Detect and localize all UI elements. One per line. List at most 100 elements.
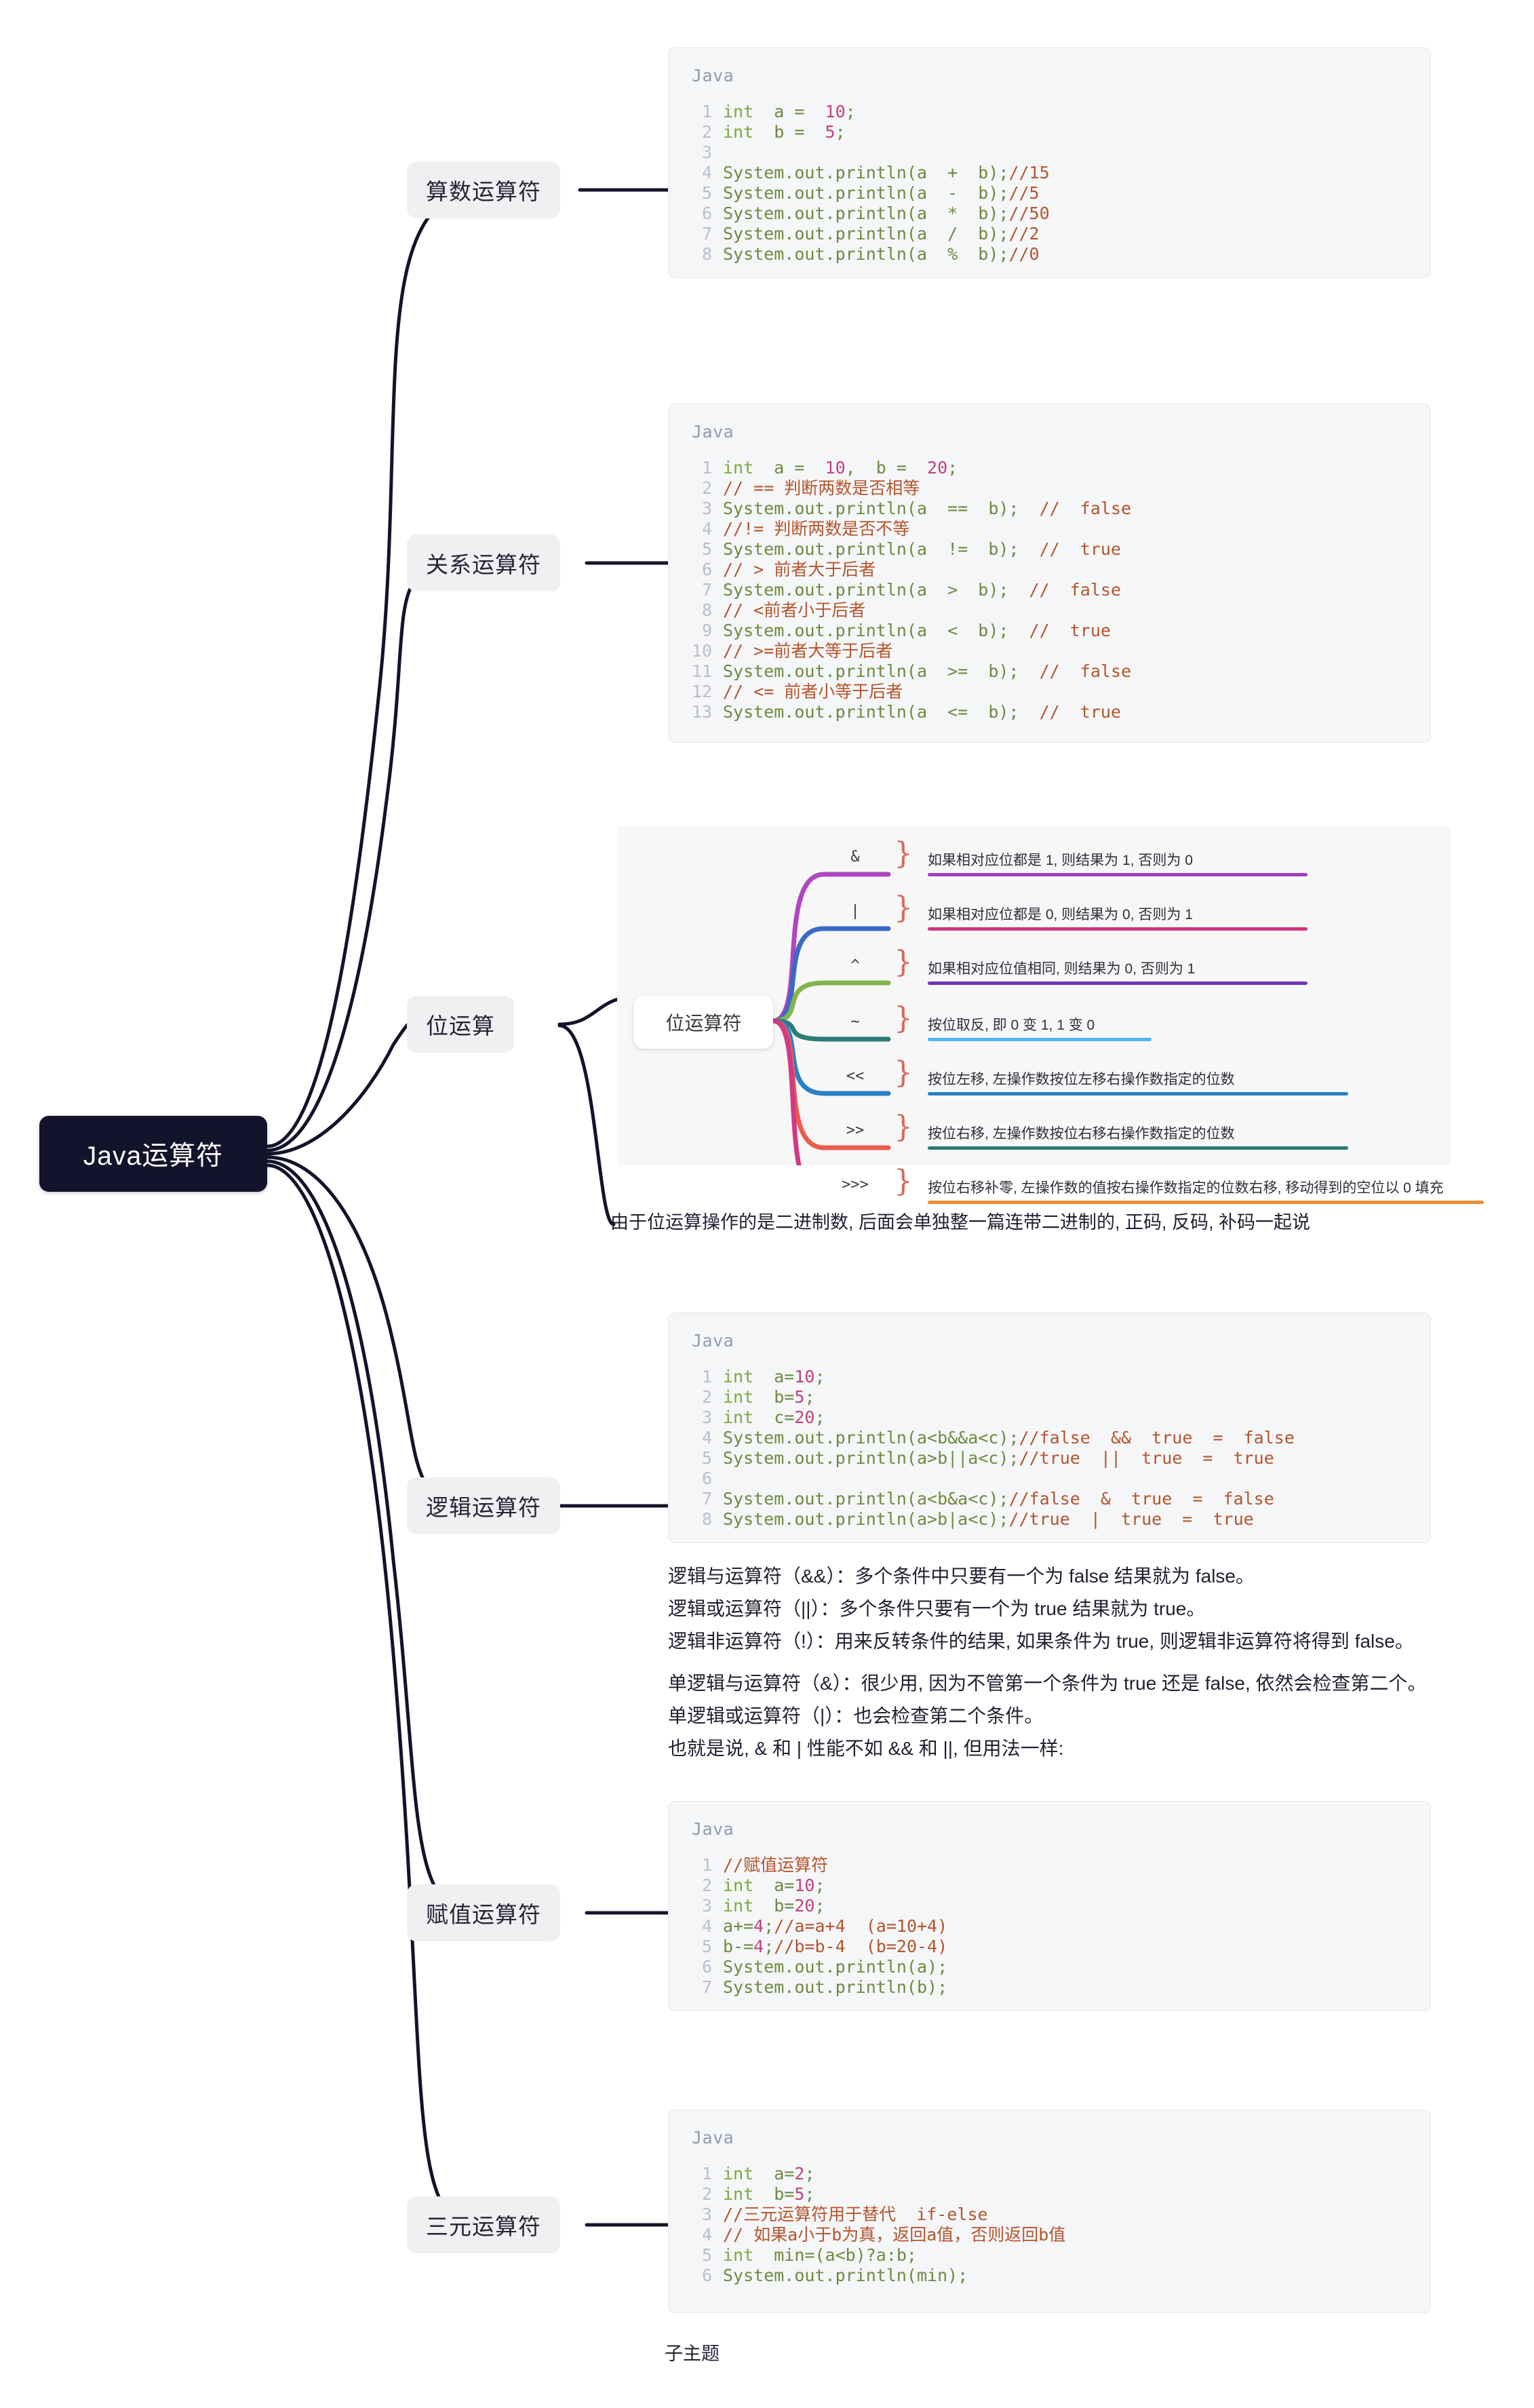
line-number: 8 bbox=[701, 1509, 712, 1529]
code-text: System.out.println(b); bbox=[723, 1977, 948, 1997]
bitwise-description: 按位取反, 即 0 变 1, 1 变 0 bbox=[928, 1017, 1095, 1033]
code-line: 12 // <= 前者小等于后者 bbox=[692, 682, 1407, 702]
code-line: 13 System.out.println(a <= b); // true bbox=[692, 702, 1407, 722]
code-text: System.out.println(a < b); // true bbox=[723, 621, 1111, 640]
root-label: Java运算符 bbox=[83, 1142, 224, 1171]
line-number: 7 bbox=[701, 224, 712, 244]
line-number: 8 bbox=[701, 600, 712, 620]
code-line: 1 int a=10; bbox=[692, 1367, 1407, 1387]
bitwise-underline bbox=[928, 1201, 1484, 1204]
code-card-ternary: Java 1 int a=2; 2 int b=5; 3 //三元运算符用于替代 if-e… bbox=[668, 2110, 1431, 2313]
bitwise-description: 按位右移补零, 左操作数的值按右操作数指定的位数右移, 移动得到的空位以 0 填… bbox=[928, 1180, 1444, 1196]
branch-bitwise[interactable]: 位运算 bbox=[407, 996, 514, 1053]
code-line: 1 //赋值运算符 bbox=[692, 1855, 1407, 1876]
code-line: 1 int a=2; bbox=[692, 2164, 1407, 2184]
bitwise-description: 如果相对应位值相同, 则结果为 0, 否则为 1 bbox=[928, 961, 1196, 977]
line-number: 7 bbox=[701, 1977, 712, 1997]
bitwise-underline bbox=[928, 1092, 1348, 1095]
bitwise-center-node[interactable]: 位运算符 bbox=[634, 996, 773, 1049]
connector-wires bbox=[265, 188, 670, 2227]
code-text: System.out.println(a - b);//5 bbox=[723, 183, 1040, 203]
code-body: 1 int a=10; 2 int b=5; 3 int c=20; 4 System.out… bbox=[692, 1367, 1407, 1530]
code-text: int b=5; bbox=[723, 2184, 815, 2204]
brace-icon: } bbox=[894, 1164, 913, 1199]
code-line: 3 int c=20; bbox=[692, 1407, 1407, 1428]
code-text: int b=20; bbox=[723, 1896, 825, 1916]
line-number: 13 bbox=[692, 702, 713, 722]
bitwise-symbol: << bbox=[846, 1068, 865, 1085]
branch-relational[interactable]: 关系运算符 bbox=[407, 535, 560, 591]
line-number: 4 bbox=[701, 519, 712, 539]
branch-logical[interactable]: 逻辑运算符 bbox=[407, 1477, 560, 1534]
code-text: System.out.println(a + b);//15 bbox=[723, 163, 1050, 182]
code-text: int a=2; bbox=[723, 2164, 815, 2183]
code-lang-label: Java bbox=[692, 2128, 734, 2148]
root-node[interactable]: Java运算符 bbox=[39, 1116, 267, 1192]
line-number: 7 bbox=[701, 1489, 712, 1509]
code-line: 9 System.out.println(a < b); // true bbox=[692, 621, 1407, 641]
line-number: 1 bbox=[701, 102, 712, 121]
code-line: 3 //三元运算符用于替代 if-else bbox=[692, 2205, 1407, 2225]
code-text: b-=4;//b=b-4 (b=20-4) bbox=[723, 1937, 948, 1956]
code-line: 2 int b=5; bbox=[692, 1387, 1407, 1407]
code-text: // > 前者大于后者 bbox=[723, 560, 876, 579]
code-line: 4 //!= 判断两数是否不等 bbox=[692, 519, 1407, 539]
line-number: 2 bbox=[701, 1876, 712, 1895]
branch-label: 赋值运算符 bbox=[426, 1902, 541, 1927]
line-number: 6 bbox=[701, 1957, 712, 1977]
branch-assignment[interactable]: 赋值运算符 bbox=[407, 1884, 560, 1941]
code-text: int b = 5; bbox=[723, 122, 846, 142]
code-line: 7 System.out.println(b); bbox=[692, 1977, 1407, 1998]
code-text: int c=20; bbox=[723, 1407, 825, 1427]
code-line: 4 // 如果a小于b为真，返回a值，否则返回b值 bbox=[692, 2225, 1407, 2245]
bitwise-underline bbox=[928, 982, 1307, 985]
code-text: System.out.println(a != b); // true bbox=[723, 539, 1122, 559]
code-lang-label: Java bbox=[692, 1819, 734, 1839]
code-line: 2 int b=5; bbox=[692, 2184, 1407, 2205]
code-text: int b=5; bbox=[723, 1387, 815, 1407]
bitwise-underline bbox=[928, 1038, 1152, 1041]
code-text: int a=10; bbox=[723, 1876, 825, 1895]
code-text: //赋值运算符 bbox=[723, 1855, 829, 1875]
line-number: 6 bbox=[701, 560, 712, 579]
code-text: System.out.println(a == b); // false bbox=[723, 499, 1132, 518]
code-line: 8 // <前者小于后者 bbox=[692, 600, 1407, 621]
code-line: 8 System.out.println(a % b);//0 bbox=[692, 244, 1407, 265]
code-line: 5 System.out.println(a>b||a<c);//true || … bbox=[692, 1448, 1407, 1469]
code-text: System.out.println(a<b&a<c);//false & tr… bbox=[723, 1489, 1274, 1509]
bitwise-underline bbox=[928, 873, 1307, 876]
line-number: 9 bbox=[701, 621, 712, 640]
line-number: 2 bbox=[701, 2184, 712, 2204]
code-text: System.out.println(a<b&&a<c);//false && … bbox=[723, 1428, 1295, 1448]
branch-arithmetic[interactable]: 算数运算符 bbox=[407, 161, 560, 218]
line-number: 1 bbox=[701, 1367, 712, 1386]
branch-label: 三元运算符 bbox=[426, 2214, 541, 2239]
line-number: 2 bbox=[701, 122, 712, 142]
code-text: System.out.println(a * b);//50 bbox=[723, 203, 1050, 223]
code-line: 3 System.out.println(a == b); // false bbox=[692, 499, 1407, 519]
code-text: // >=前者大等于后者 bbox=[723, 641, 893, 661]
code-line: 6 // > 前者大于后者 bbox=[692, 560, 1407, 580]
code-text: a+=4;//a=a+4 (a=10+4) bbox=[723, 1916, 948, 1936]
code-text: //!= 判断两数是否不等 bbox=[723, 519, 910, 539]
line-number: 4 bbox=[701, 163, 712, 182]
line-number: 5 bbox=[701, 1448, 712, 1468]
line-number: 10 bbox=[692, 641, 713, 661]
bitwise-underline bbox=[928, 927, 1307, 931]
branch-ternary[interactable]: 三元运算符 bbox=[407, 2196, 560, 2253]
code-line: 4 a+=4;//a=a+4 (a=10+4) bbox=[692, 1916, 1407, 1937]
code-line: 2 int a=10; bbox=[692, 1876, 1407, 1896]
branch-label: 算数运算符 bbox=[426, 179, 541, 204]
code-text: System.out.println(a > b); // false bbox=[723, 580, 1122, 600]
code-line: 3 int b=20; bbox=[692, 1896, 1407, 1916]
bitwise-symbol: & bbox=[850, 849, 860, 866]
code-line: 2 int b = 5; bbox=[692, 122, 1407, 142]
bitwise-symbol: >>> bbox=[842, 1176, 869, 1193]
branch-label: 关系运算符 bbox=[426, 552, 541, 577]
code-lang-label: Java bbox=[692, 422, 734, 442]
code-line: 5 System.out.println(a - b);//5 bbox=[692, 183, 1407, 203]
line-number: 12 bbox=[692, 682, 713, 701]
code-body: 1 int a = 10, b = 20; 2 // == 判断两数是否相等 3 Syst… bbox=[692, 458, 1407, 722]
code-text: // <= 前者小等于后者 bbox=[723, 682, 903, 701]
code-text: System.out.println(a % b);//0 bbox=[723, 244, 1040, 264]
